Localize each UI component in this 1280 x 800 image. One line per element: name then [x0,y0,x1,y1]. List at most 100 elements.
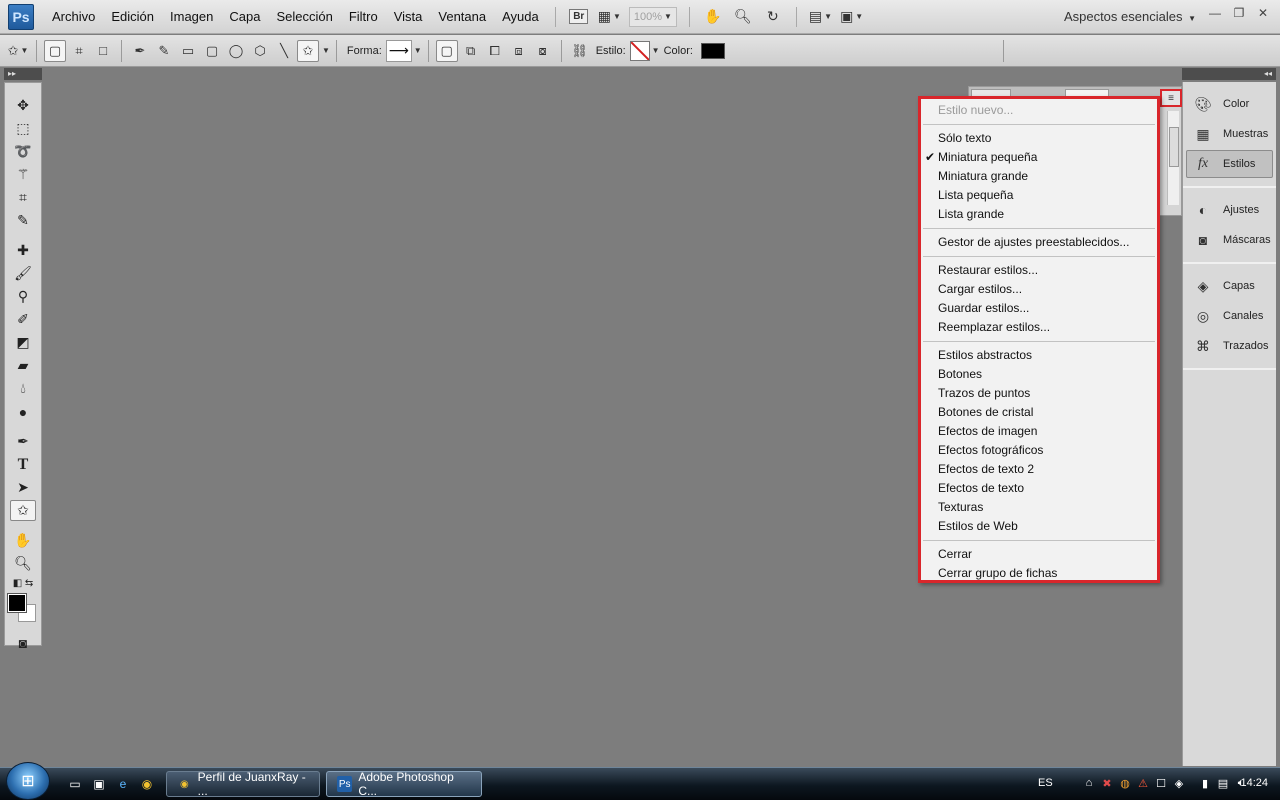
menu-archivo[interactable]: Archivo [44,0,103,34]
scroll-thumb[interactable] [1169,127,1179,167]
zoom-tool-button[interactable]: 🔍︎ [732,6,754,28]
chevron-down-icon[interactable]: ▼ [414,46,422,55]
link-style-button[interactable]: ⛓ [569,40,591,62]
pen-tool[interactable]: ✒ [10,431,36,452]
fill-pixels-mode[interactable]: □ [92,40,114,62]
menu-item-text-only[interactable]: Sólo texto [921,129,1157,148]
dodge-tool[interactable]: ● [10,401,36,422]
mini-bridge-button[interactable]: ▦ ▼ [598,6,621,28]
restore-icon[interactable]: ❐ [1230,6,1248,20]
show-desktop-icon[interactable]: ▭ [66,775,84,793]
dock-item-styles[interactable]: fx Estilos [1186,150,1273,178]
tools-panel-header[interactable]: ▸▸ [4,68,42,80]
arrange-documents-button[interactable]: ▤ ▼ [809,6,832,28]
dock-item-swatches[interactable]: ▦ Muestras [1186,120,1273,148]
eyedropper-tool[interactable]: ✎ [10,210,36,231]
brush-tool[interactable]: 🖌︎ [10,263,36,284]
antivirus-icon[interactable]: ✖ [1100,776,1114,790]
dock-item-masks[interactable]: ◙ Máscaras [1186,226,1273,254]
healing-brush-tool[interactable]: ✚ [10,240,36,261]
menu-ayuda[interactable]: Ayuda [494,0,547,34]
network-icon[interactable]: ▤ [1216,776,1230,790]
rectangle-option[interactable]: ▭ [177,40,199,62]
tray-app-icon[interactable]: ⌂ [1082,776,1096,790]
zoom-tool[interactable]: 🔍︎ [10,553,36,574]
dock-item-color[interactable]: 🎨︎ Color [1186,90,1273,118]
menu-item-text-effects-2[interactable]: Efectos de texto 2 [921,460,1157,479]
menu-item-text-effects[interactable]: Efectos de texto [921,479,1157,498]
quick-selection-tool[interactable]: ⚚ [10,164,36,185]
rounded-rectangle-option[interactable]: ▢ [201,40,223,62]
menu-filtro[interactable]: Filtro [341,0,386,34]
menu-capa[interactable]: Capa [221,0,268,34]
rotate-view-button[interactable]: ↻ [762,6,784,28]
tray-app-icon[interactable]: ◍ [1118,776,1132,790]
menu-item-replace-styles[interactable]: Reemplazar estilos... [921,318,1157,337]
start-button[interactable]: ⊞ [6,762,50,800]
minimize-icon[interactable]: — [1206,6,1224,20]
menu-imagen[interactable]: Imagen [162,0,221,34]
move-tool[interactable]: ✥ [10,95,36,116]
line-option[interactable]: ╲ [273,40,295,62]
clone-stamp-tool[interactable]: ⚲ [10,286,36,307]
color-swatch[interactable] [700,42,725,59]
custom-shape-option[interactable]: ✩ [297,39,319,62]
menu-seleccion[interactable]: Selección [268,0,340,34]
menu-item-image-effects[interactable]: Efectos de imagen [921,422,1157,441]
dock-item-adjustments[interactable]: ◐ Ajustes [1186,196,1273,224]
tray-app-icon[interactable]: ☐ [1154,776,1168,790]
blur-tool[interactable]: 💧︎ [10,378,36,399]
language-indicator[interactable]: ES [1038,777,1053,789]
hand-tool[interactable]: ✋ [10,530,36,551]
history-brush-tool[interactable]: ✐ [10,309,36,330]
menu-ventana[interactable]: Ventana [430,0,494,34]
menu-item-small-thumbnail[interactable]: ✔ Miniatura pequeña [921,148,1157,167]
bridge-button[interactable]: Br [568,6,590,28]
color-chips[interactable] [7,593,38,624]
panel-menu-button[interactable]: ≡ [1160,89,1182,107]
internet-explorer-icon[interactable]: e [114,775,132,793]
eraser-tool[interactable]: ◩ [10,332,36,353]
hand-tool-button[interactable]: ✋ [702,6,724,28]
exclude-shape-button[interactable]: ⧇ [532,40,554,62]
battery-icon[interactable]: ▮ [1198,776,1212,790]
shape-layers-mode[interactable]: ▢ [44,39,66,62]
menu-item-load-styles[interactable]: Cargar estilos... [921,280,1157,299]
add-to-shape-button[interactable]: ⧉ [460,40,482,62]
chrome-icon[interactable]: ◉ [138,775,156,793]
tray-app-icon[interactable]: ◈ [1172,776,1186,790]
menu-item-abstract-styles[interactable]: Estilos abstractos [921,346,1157,365]
menu-item-textures[interactable]: Texturas [921,498,1157,517]
menu-vista[interactable]: Vista [386,0,431,34]
menu-item-preset-manager[interactable]: Gestor de ajustes preestablecidos... [921,233,1157,252]
freeform-pen-option[interactable]: ✎ [153,40,175,62]
chevron-down-icon[interactable]: ▼ [322,46,330,55]
menu-item-dotted-strokes[interactable]: Trazos de puntos [921,384,1157,403]
quick-mask-button[interactable]: ◙ [10,632,36,653]
gradient-tool[interactable]: ▰ [10,355,36,376]
pen-tool-option[interactable]: ✒ [129,40,151,62]
paths-mode[interactable]: ⌗ [68,40,90,62]
lasso-tool[interactable]: ➰ [10,141,36,162]
zoom-level-field[interactable]: 100% ▼ [628,6,677,27]
menu-edicion[interactable]: Edición [103,0,162,34]
dock-header[interactable]: ◂◂ [1182,68,1276,80]
crop-tool[interactable]: ⌗ [10,187,36,208]
chevron-down-icon[interactable]: ▼ [652,46,660,55]
type-tool[interactable]: T [10,454,36,475]
screen-mode-button[interactable]: ▣ ▼ [840,6,863,28]
ellipse-option[interactable]: ◯ [225,40,247,62]
style-picker[interactable] [629,40,650,61]
menu-item-large-thumbnail[interactable]: Miniatura grande [921,167,1157,186]
menu-item-small-list[interactable]: Lista pequeña [921,186,1157,205]
switch-windows-icon[interactable]: ▣ [90,775,108,793]
foreground-color-chip[interactable] [7,593,27,613]
menu-item-close[interactable]: Cerrar [921,545,1157,564]
taskbar-button-chrome[interactable]: ◉ Perfil de JuanxRay - ... [166,770,320,798]
custom-shape-tool[interactable]: ✩ [10,500,36,521]
menu-item-buttons[interactable]: Botones [921,365,1157,384]
warning-icon[interactable]: ⚠ [1136,776,1150,790]
menu-item-save-styles[interactable]: Guardar estilos... [921,299,1157,318]
workspace-switcher[interactable]: Aspectos esenciales ▼ [1064,9,1196,24]
dock-item-channels[interactable]: ◎ Canales [1186,302,1273,330]
